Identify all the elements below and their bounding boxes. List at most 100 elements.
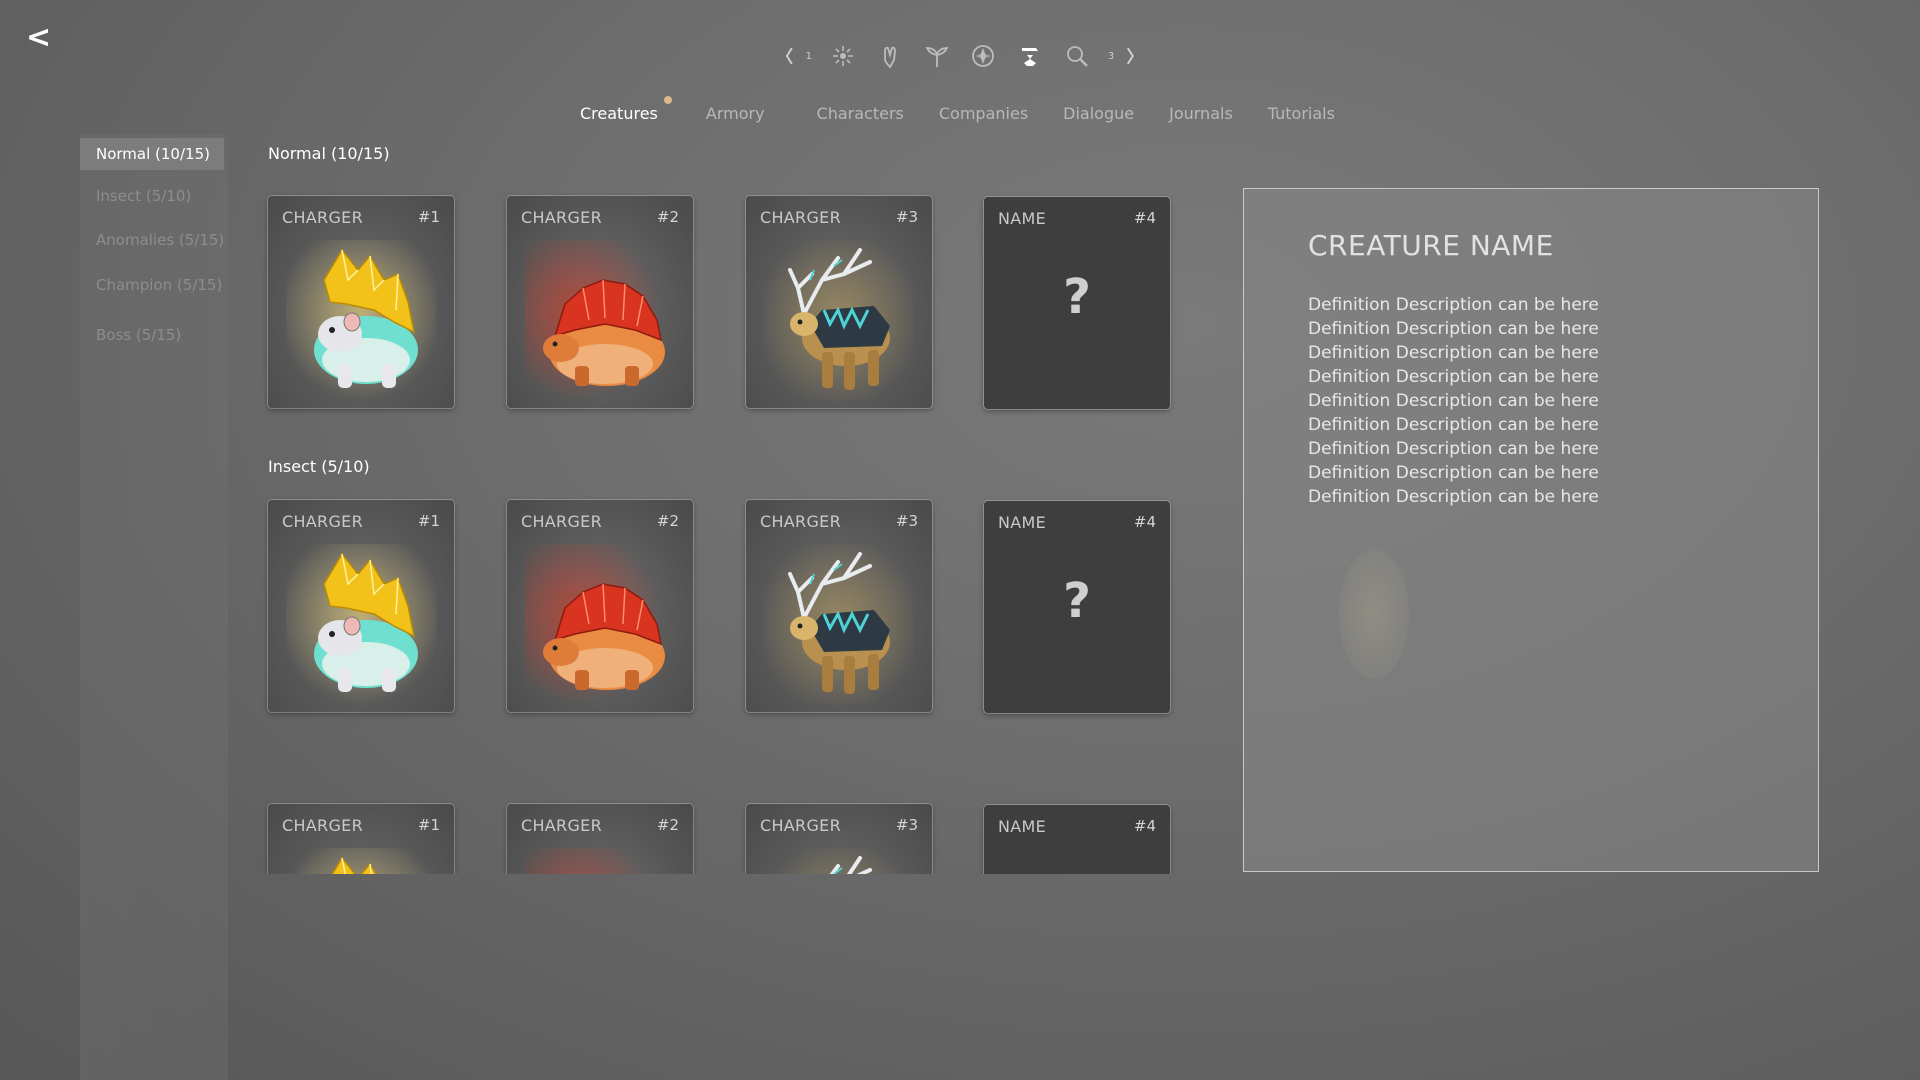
card-name: NAME [998,817,1047,836]
locked-creature-card[interactable]: NAME #4 ? [984,501,1170,713]
creature-preview-glow [1339,549,1409,679]
creature-card[interactable]: CHARGER #2 [507,500,693,712]
card-number: #4 [1133,209,1156,227]
tab-label: Journals [1169,104,1233,123]
category-anvil[interactable] [1014,40,1046,72]
creature-card[interactable]: CHARGER #1 [268,196,454,408]
card-number: #3 [895,816,918,834]
category-sidebar: Normal (10/15) Insect (5/10) Anomalies (… [80,134,228,1080]
creature-card[interactable]: CHARGER #2 [507,804,693,874]
hand-icon [883,46,896,69]
creature-card[interactable]: CHARGER #3 [746,804,932,874]
creature-detail-panel: CREATURE NAME Definition Description can… [1243,188,1819,872]
description-line: Definition Description can be here [1308,439,1599,459]
anvil-icon [1022,48,1039,66]
card-name: CHARGER [521,512,602,531]
category-icon-strip: 1 3 [780,36,1140,76]
compass-icon [972,45,995,67]
tab-dialogue[interactable]: Dialogue [1063,100,1134,130]
sidebar-item-champion[interactable]: Champion (5/15) [80,269,238,301]
section-heading-normal: Normal (10/15) [268,144,390,163]
description-line: Definition Description can be here [1308,487,1599,507]
card-number: #2 [656,512,679,530]
red-crystal-beast-icon [525,848,675,874]
tab-label: Armory [705,104,765,123]
tab-label: Characters [816,104,904,123]
chevron-left-icon [785,47,793,65]
gold-crystal-beast-icon [286,240,436,400]
gold-crystal-beast-icon [286,544,436,704]
locked-creature-card[interactable]: NAME #4 ? [984,805,1170,874]
sidebar-item-normal[interactable]: Normal (10/15) [80,138,224,170]
card-name: NAME [998,513,1047,532]
card-name: CHARGER [760,208,841,227]
tab-label: Companies [938,104,1029,123]
tab-label: Creatures [580,104,658,123]
card-number: #4 [1133,513,1156,531]
description-line: Definition Description can be here [1308,367,1599,387]
red-crystal-beast-icon [525,544,675,704]
creature-card[interactable]: CHARGER #3 [746,196,932,408]
red-crystal-beast-icon [525,240,675,400]
tab-companies[interactable]: Companies [939,100,1028,130]
tab-label: Dialogue [1063,104,1135,123]
category-sprout[interactable] [921,40,953,72]
card-name: CHARGER [521,208,602,227]
question-mark-icon: ? [1063,269,1091,325]
card-number: #2 [656,208,679,226]
antlered-beast-icon [764,848,914,874]
codex-tabs: Creatures Armory Characters Companies Di… [580,96,1335,130]
card-name: CHARGER [760,816,841,835]
next-category-button[interactable]: 3 [1108,40,1140,72]
question-mark-icon: ? [1063,573,1091,629]
description-line: Definition Description can be here [1308,391,1599,411]
chevron-right-icon [1127,47,1135,65]
category-sparkle[interactable] [827,40,859,72]
creature-description: Definition Description can be here Defin… [1308,293,1599,509]
category-compass[interactable] [967,40,999,72]
creature-card[interactable]: CHARGER #2 [507,196,693,408]
card-name: NAME [998,209,1047,228]
creature-name-title: CREATURE NAME [1308,229,1554,262]
card-number: #1 [417,816,440,834]
card-number: #3 [895,208,918,226]
tab-tutorials[interactable]: Tutorials [1268,100,1335,130]
creature-grid: CHARGER #1 CHARGER #2 CHARGER #3 NAME #4… [260,180,1180,874]
gold-crystal-beast-icon [286,848,436,874]
card-name: CHARGER [521,816,602,835]
locked-creature-card[interactable]: NAME #4 ? [984,197,1170,409]
category-magnifier[interactable] [1061,40,1093,72]
sidebar-item-boss[interactable]: Boss (5/15) [80,319,197,351]
magnifier-icon [1067,46,1088,67]
sprout-icon [925,47,948,67]
tab-armory[interactable]: Armory [706,100,765,130]
card-number: #1 [417,208,440,226]
card-name: CHARGER [760,512,841,531]
category-hand[interactable] [874,40,906,72]
tab-label: Tutorials [1267,104,1335,123]
antlered-beast-icon [764,240,914,400]
sidebar-item-insect[interactable]: Insect (5/10) [80,180,207,212]
creature-card[interactable]: CHARGER #3 [746,500,932,712]
creature-card[interactable]: CHARGER #1 [268,804,454,874]
notification-dot [663,96,672,104]
antlered-beast-icon [764,544,914,704]
description-line: Definition Description can be here [1308,415,1599,435]
prev-category-button[interactable]: 1 [780,40,812,72]
back-button[interactable]: < [26,20,56,56]
card-name: CHARGER [282,816,363,835]
description-line: Definition Description can be here [1308,319,1599,339]
card-name: CHARGER [282,512,363,531]
creature-card[interactable]: CHARGER #1 [268,500,454,712]
tab-creatures[interactable]: Creatures [580,96,672,130]
sidebar-item-anomalies[interactable]: Anomalies (5/15) [80,224,240,256]
tab-journals[interactable]: Journals [1169,100,1233,130]
prev-hint: 1 [805,50,812,62]
card-number: #3 [895,512,918,530]
sparkle-icon [832,46,853,66]
tab-characters[interactable]: Characters [817,100,904,130]
card-name: CHARGER [282,208,363,227]
card-number: #4 [1133,817,1156,835]
card-number: #2 [656,816,679,834]
description-line: Definition Description can be here [1308,463,1599,483]
